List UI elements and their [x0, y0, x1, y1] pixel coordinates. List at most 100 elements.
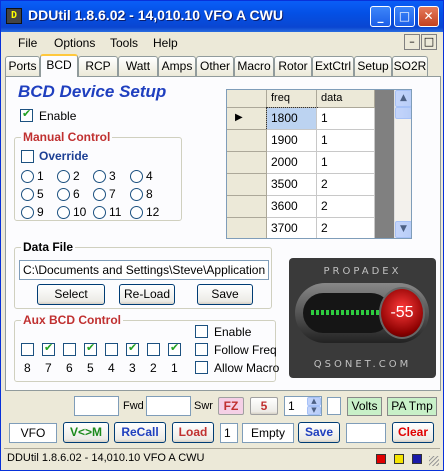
- memory-number-field[interactable]: 1: [220, 423, 238, 443]
- row-header[interactable]: [227, 196, 267, 218]
- tab-extctrl[interactable]: ExtCtrl: [312, 56, 354, 76]
- aux-bit-6-checkbox[interactable]: [63, 343, 76, 356]
- spin-down-icon[interactable]: ▼: [307, 406, 321, 415]
- radio-8[interactable]: [130, 188, 143, 201]
- fwd-label: Fwd: [123, 400, 144, 412]
- table-cell[interactable]: 1: [317, 108, 375, 130]
- aux-bit-2-checkbox[interactable]: [147, 343, 160, 356]
- reload-button[interactable]: Re-Load: [119, 284, 175, 305]
- radio-10[interactable]: [57, 206, 70, 219]
- menu-options[interactable]: Options: [54, 36, 95, 50]
- radio-6[interactable]: [57, 188, 70, 201]
- v-swap-m-button[interactable]: V<>M: [63, 422, 109, 443]
- row-header[interactable]: [227, 152, 267, 174]
- radio-12[interactable]: [130, 206, 143, 219]
- aux-bit-3-checkbox[interactable]: [126, 341, 139, 356]
- table-cell[interactable]: 3500: [267, 174, 317, 196]
- radio-9[interactable]: [21, 206, 34, 219]
- menu-tools[interactable]: Tools: [110, 36, 138, 50]
- grid-scrollbar[interactable]: ▲ ▼: [394, 90, 411, 238]
- enable-checkbox[interactable]: [20, 107, 33, 122]
- pa-tmp-indicator[interactable]: PA Tmp: [387, 397, 437, 416]
- radio-1[interactable]: [21, 170, 34, 183]
- table-cell[interactable]: 2000: [267, 152, 317, 174]
- table-cell[interactable]: 2: [317, 196, 375, 218]
- resize-grip[interactable]: [429, 456, 439, 466]
- save-memory-button[interactable]: Save: [298, 422, 340, 443]
- radio-label: 11: [109, 205, 122, 219]
- app-icon: D: [6, 8, 22, 24]
- table-cell[interactable]: 3600: [267, 196, 317, 218]
- memory-note-field[interactable]: [346, 423, 386, 443]
- row-header[interactable]: [227, 174, 267, 196]
- table-cell[interactable]: 1: [317, 130, 375, 152]
- tab-macro[interactable]: Macro: [234, 56, 274, 76]
- scroll-thumb[interactable]: [395, 107, 411, 119]
- grid-header-freq[interactable]: freq: [267, 90, 317, 108]
- vfo-field[interactable]: VFO: [9, 423, 57, 443]
- radio-3[interactable]: [93, 170, 106, 183]
- aux-bit-4-checkbox[interactable]: [105, 343, 118, 356]
- indicator-box: [327, 397, 341, 415]
- allow-macro-checkbox[interactable]: [195, 361, 208, 374]
- aux-enable-checkbox[interactable]: [195, 325, 208, 338]
- tab-watt[interactable]: Watt: [118, 56, 158, 76]
- window-title: DDUtil 1.8.6.02 - 14,010.10 VFO A CWU: [28, 7, 283, 23]
- mdi-restore-icon[interactable]: □: [421, 34, 437, 50]
- tab-rotor[interactable]: Rotor: [274, 56, 312, 76]
- propadex-gauge: PROPADEX -55 QSONET.COM: [289, 258, 436, 378]
- table-cell[interactable]: 2: [317, 174, 375, 196]
- row-header[interactable]: ▶: [227, 108, 267, 130]
- menu-file[interactable]: File: [18, 36, 37, 50]
- enable-label: Enable: [39, 109, 77, 123]
- data-file-path-input[interactable]: C:\Documents and Settings\Steve\Applicat…: [19, 260, 269, 280]
- five-button[interactable]: 5: [250, 397, 278, 415]
- maximize-button[interactable]: □: [394, 6, 415, 27]
- table-cell[interactable]: 3700: [267, 218, 317, 238]
- tab-ports[interactable]: Ports: [5, 56, 40, 76]
- minimize-button[interactable]: _: [370, 6, 391, 27]
- load-button[interactable]: Load: [172, 422, 214, 443]
- table-cell[interactable]: 2: [317, 218, 375, 238]
- menu-help[interactable]: Help: [153, 36, 178, 50]
- gauge-bottom-text: QSONET.COM: [313, 359, 412, 370]
- scroll-down-icon[interactable]: ▼: [395, 221, 411, 238]
- aux-bit-8-checkbox[interactable]: [21, 343, 34, 356]
- fz-button[interactable]: FZ: [218, 397, 244, 415]
- save-file-button[interactable]: Save: [197, 284, 253, 305]
- tab-amps[interactable]: Amps: [158, 56, 196, 76]
- tab-rcp[interactable]: RCP: [78, 56, 118, 76]
- tab-other[interactable]: Other: [196, 56, 234, 76]
- radio-5[interactable]: [21, 188, 34, 201]
- freq-data-grid[interactable]: freq data ▶ 1800 1 1900 1 2000 1 3500 2 …: [226, 89, 412, 239]
- tab-so2r[interactable]: SO2R: [392, 56, 428, 76]
- scroll-up-icon[interactable]: ▲: [395, 90, 411, 107]
- grid-header-data[interactable]: data: [317, 90, 375, 108]
- mdi-minimize-icon[interactable]: –: [404, 34, 420, 50]
- aux-bit-1-checkbox[interactable]: [168, 341, 181, 356]
- title-bar[interactable]: D DDUtil 1.8.6.02 - 14,010.10 VFO A CWU …: [1, 1, 443, 32]
- volts-indicator[interactable]: Volts: [347, 397, 382, 416]
- row-header[interactable]: [227, 130, 267, 152]
- tab-bcd[interactable]: BCD: [40, 54, 78, 77]
- recall-button[interactable]: ReCall: [114, 422, 166, 443]
- radio-7[interactable]: [93, 188, 106, 201]
- select-button[interactable]: Select: [37, 284, 105, 305]
- spin-up-icon[interactable]: ▲: [307, 397, 321, 406]
- radio-11[interactable]: [93, 206, 106, 219]
- radio-2[interactable]: [57, 170, 70, 183]
- table-cell[interactable]: 1: [317, 152, 375, 174]
- table-cell[interactable]: 1800: [266, 107, 318, 131]
- radio-4[interactable]: [130, 170, 143, 183]
- follow-freq-checkbox[interactable]: [195, 343, 208, 356]
- close-button[interactable]: ✕: [418, 6, 439, 27]
- override-label: Override: [39, 149, 89, 163]
- aux-bit-7-checkbox[interactable]: [42, 341, 55, 356]
- swr-value-field: [146, 396, 191, 416]
- override-checkbox[interactable]: [21, 150, 34, 163]
- aux-bit-5-checkbox[interactable]: [84, 341, 97, 356]
- table-cell[interactable]: 1900: [267, 130, 317, 152]
- clear-button[interactable]: Clear: [392, 422, 434, 443]
- tab-setup[interactable]: Setup: [354, 56, 392, 76]
- row-header[interactable]: [227, 218, 267, 238]
